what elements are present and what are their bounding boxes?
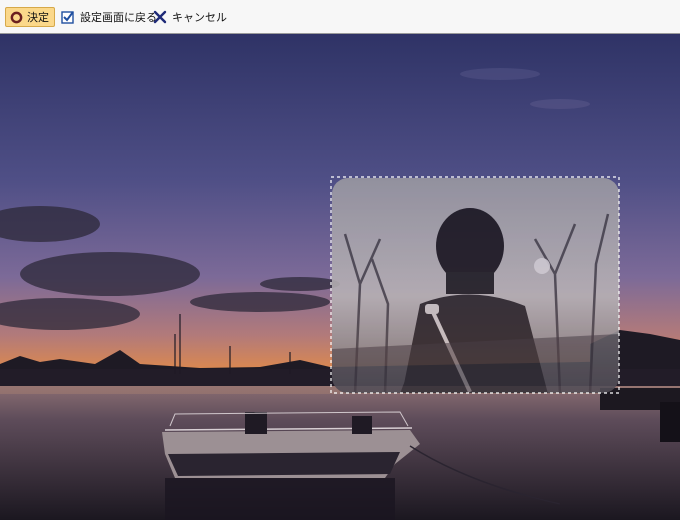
ok-button-label: 決定	[27, 11, 49, 24]
circle-icon	[10, 11, 23, 23]
overlay-photo	[332, 178, 619, 393]
back-to-settings-button[interactable]: 設定画面に戻る	[58, 7, 157, 27]
image-canvas[interactable]	[0, 34, 680, 520]
toolbar: 決定 設定画面に戻る キャンセル	[0, 0, 680, 34]
cancel-button[interactable]: キャンセル	[150, 7, 227, 27]
ok-button[interactable]: 決定	[5, 7, 55, 27]
close-icon	[153, 10, 167, 24]
back-to-settings-label: 設定画面に戻る	[80, 11, 157, 24]
sunset-harbor-photo	[0, 34, 680, 520]
checkbox-icon	[61, 11, 74, 24]
cancel-button-label: キャンセル	[172, 11, 227, 24]
